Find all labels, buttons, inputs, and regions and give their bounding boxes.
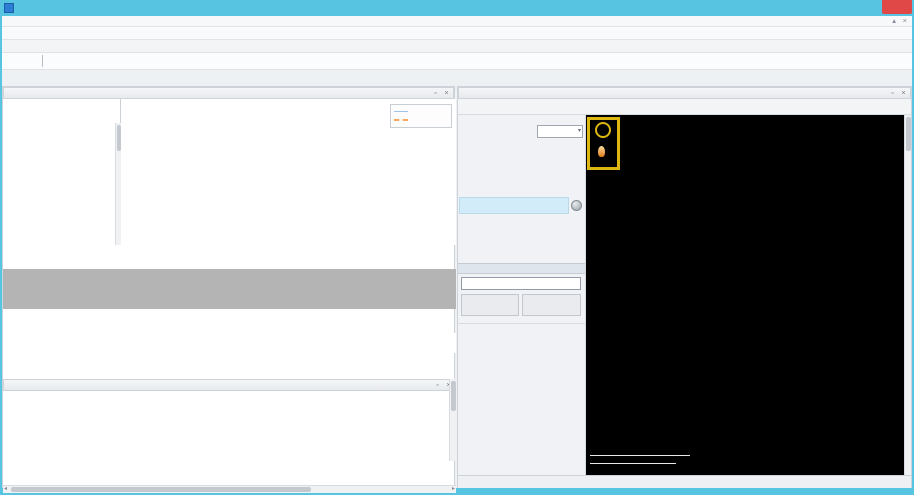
scale-bar-metric xyxy=(590,455,690,456)
tracking-panel-header: ▫× xyxy=(458,87,911,99)
acq-v-thumb[interactable] xyxy=(451,381,456,411)
pps-shots-grid xyxy=(3,99,121,245)
pps-panel-header: ▫× xyxy=(3,87,454,99)
header-divider xyxy=(42,55,43,67)
pps-panel: ▫× ▫× xyxy=(2,86,455,488)
legend-series-1 xyxy=(394,107,448,116)
selected-flag-box xyxy=(587,117,620,170)
process-label xyxy=(458,263,585,274)
pps-close-icon[interactable]: × xyxy=(442,89,451,98)
status-box-left xyxy=(461,294,519,316)
app-icon xyxy=(4,3,14,13)
status-indicators xyxy=(2,70,912,86)
white-filler xyxy=(3,333,456,353)
shooter-flame-icon xyxy=(598,146,605,157)
bottom-tab-strip xyxy=(3,469,456,489)
shooter-status-grid xyxy=(3,247,456,269)
ribbon-close-icon[interactable]: × xyxy=(903,16,907,25)
legend-dash-icon xyxy=(394,119,408,121)
menu-bar xyxy=(2,27,912,40)
map-v-thumb[interactable] xyxy=(906,117,911,151)
app-window: ▴ × ▫× xyxy=(0,0,914,495)
unit-grid xyxy=(3,309,456,333)
title-bar xyxy=(0,0,914,16)
tracking-statusbar xyxy=(458,475,911,488)
main-toolbar xyxy=(2,40,912,53)
uphole-chart xyxy=(121,99,456,245)
ue-compatibility-mode xyxy=(459,197,569,214)
pps-tab-strip xyxy=(3,353,456,367)
legend-line-icon xyxy=(394,111,408,112)
pps-pin-icon[interactable]: ▫ xyxy=(431,89,440,98)
chart-legend xyxy=(390,104,452,128)
flag-number-badge xyxy=(595,122,611,138)
tracking-panel: ▫× xyxy=(457,86,912,488)
acquired-shots-grid xyxy=(3,379,449,461)
session-header xyxy=(2,53,912,70)
close-button[interactable] xyxy=(882,0,912,14)
ue-mode-button[interactable] xyxy=(571,200,582,211)
tracking-pin-icon[interactable]: ▫ xyxy=(888,89,897,98)
status-box-right xyxy=(522,294,581,316)
acq-v-scrollbar[interactable] xyxy=(449,379,456,461)
process-input[interactable] xyxy=(461,277,581,290)
tracking-close-icon[interactable]: × xyxy=(899,89,908,98)
ribbon-row: ▴ × xyxy=(2,16,912,27)
group-combo[interactable] xyxy=(537,125,583,138)
ribbon-collapse-icon[interactable]: ▴ xyxy=(892,16,896,25)
maximize-button[interactable] xyxy=(860,0,882,14)
pps-scroll-thumb[interactable] xyxy=(117,125,121,151)
map-v-scrollbar[interactable] xyxy=(904,115,911,475)
tracking-form xyxy=(458,115,586,475)
gray-filler xyxy=(3,269,456,309)
tracking-toolbar xyxy=(458,99,911,115)
minimize-button[interactable] xyxy=(838,0,860,14)
tracking-map[interactable] xyxy=(586,115,904,475)
scale-bar-imperial xyxy=(590,463,676,464)
form-divider xyxy=(458,323,585,324)
legend-series-2 xyxy=(394,116,448,125)
